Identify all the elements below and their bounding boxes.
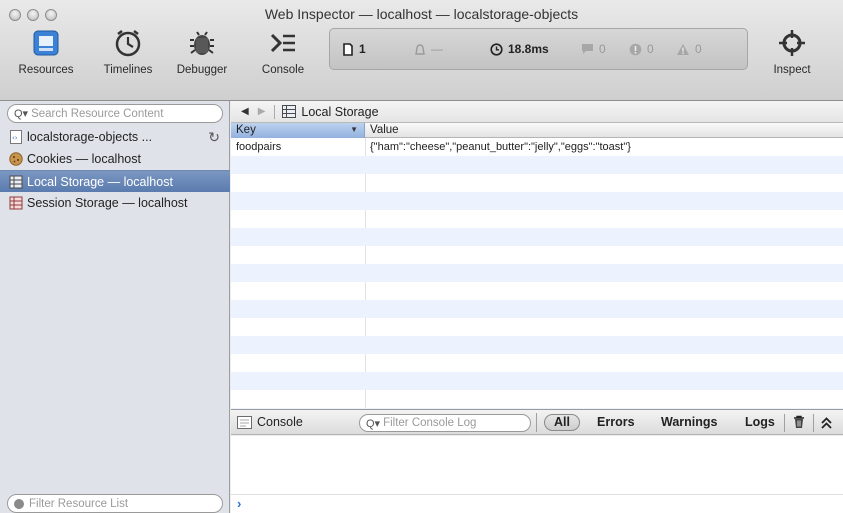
- speech-bubble-icon: [582, 44, 593, 54]
- empty-row: [231, 210, 843, 228]
- empty-row: [231, 228, 843, 246]
- empty-row: [231, 192, 843, 210]
- empty-row: [231, 300, 843, 318]
- divider: [813, 414, 814, 432]
- table-row[interactable]: foodpairs {"ham":"cheese","peanut_butter…: [231, 138, 843, 156]
- inspect-label: Inspect: [773, 64, 811, 76]
- warning-icon: [677, 43, 689, 55]
- search-icon: Q▾: [366, 417, 381, 430]
- reload-icon[interactable]: ↻: [208, 129, 220, 146]
- warning-count: 0: [676, 42, 702, 56]
- cookie-icon: [9, 152, 23, 166]
- activity-dashboard[interactable]: 1 — 18.8ms 0 0 0: [329, 28, 748, 70]
- svg-text:‹›: ‹›: [12, 134, 18, 142]
- filter-resource-list-field[interactable]: Filter Resource List: [7, 494, 223, 513]
- empty-row: [231, 354, 843, 372]
- console-prompt[interactable]: ›: [231, 494, 843, 513]
- grid-header: Key ▼ Value: [231, 123, 843, 138]
- table-icon: [9, 175, 23, 189]
- filter-logs-button[interactable]: Logs: [745, 415, 775, 429]
- html-document-icon: ‹›: [10, 130, 22, 144]
- error-count: 0: [629, 42, 654, 56]
- local-storage-grid: Key ▼ Value foodpairs {"ham":"cheese","p…: [231, 123, 843, 409]
- sidebar-item-local-storage[interactable]: Local Storage — localhost: [0, 170, 230, 192]
- table-icon: [282, 105, 297, 118]
- empty-row: [231, 390, 843, 408]
- window-toolbar: Web Inspector — localhost — localstorage…: [0, 0, 843, 101]
- log-count: 0: [581, 42, 606, 56]
- divider: [274, 104, 276, 119]
- value-column-header[interactable]: Value: [370, 123, 399, 137]
- empty-row: [231, 282, 843, 300]
- document-icon: [343, 42, 353, 56]
- timelines-tab-button[interactable]: Timelines: [96, 28, 160, 98]
- sidebar-item-label: localstorage-objects ...: [27, 130, 153, 144]
- resources-tab-button[interactable]: Resources: [18, 28, 74, 98]
- console-icon: [270, 33, 295, 53]
- table-icon: [9, 196, 23, 210]
- clock-icon: [490, 42, 503, 56]
- empty-row: [231, 318, 843, 336]
- filter-console-log-field[interactable]: Q▾ Filter Console Log: [359, 414, 531, 432]
- row-value: {"ham":"cheese","peanut_butter":"jelly",…: [370, 141, 631, 153]
- divider: [536, 413, 537, 432]
- empty-row: [231, 264, 843, 282]
- crosshair-icon: [779, 30, 805, 56]
- resource-size: —: [414, 42, 443, 56]
- trash-icon[interactable]: [793, 415, 805, 429]
- sidebar-item-session-storage[interactable]: Session Storage — localhost: [0, 192, 230, 214]
- sidebar-item-page[interactable]: ‹› localstorage-objects ... ↻: [0, 126, 230, 148]
- bug-icon: [190, 31, 214, 55]
- breadcrumb-title[interactable]: Local Storage: [301, 105, 378, 119]
- back-arrow-icon[interactable]: ◀: [241, 106, 249, 117]
- timelines-label: Timelines: [103, 64, 153, 76]
- sidebar-item-label: Session Storage — localhost: [27, 196, 188, 210]
- console-icon: [237, 416, 252, 429]
- empty-row: [231, 246, 843, 264]
- resource-count: 1: [342, 42, 366, 56]
- key-column-header[interactable]: Key ▼: [231, 123, 365, 138]
- search-icon: Q▾: [14, 108, 29, 120]
- empty-row: [231, 156, 843, 174]
- console-tab-button[interactable]: Console: [255, 28, 311, 98]
- empty-row: [231, 174, 843, 192]
- content-navigation-bar: ◀ ▶ Local Storage: [231, 101, 843, 123]
- resources-sidebar: Q▾ Search Resource Content ‹› localstora…: [0, 101, 230, 513]
- console-filter-placeholder: Filter Console Log: [383, 417, 477, 429]
- window-title: Web Inspector — localhost — localstorage…: [264, 6, 579, 22]
- forward-arrow-icon[interactable]: ▶: [258, 106, 266, 117]
- collapse-up-icon[interactable]: [821, 417, 832, 429]
- sort-descending-icon: ▼: [350, 125, 358, 134]
- console-toolbar: Console Q▾ Filter Console Log All Errors…: [231, 409, 843, 435]
- sidebar-item-label: Local Storage — localhost: [27, 174, 173, 189]
- debugger-label: Debugger: [176, 64, 228, 76]
- filter-errors-button[interactable]: Errors: [597, 415, 635, 429]
- resources-icon: [33, 30, 59, 56]
- console-output: [231, 436, 843, 494]
- load-time: 18.8ms: [490, 42, 549, 56]
- filter-icon: [14, 498, 24, 509]
- console-title: Console: [257, 415, 303, 429]
- debugger-tab-button[interactable]: Debugger: [171, 28, 233, 98]
- filter-all-button[interactable]: All: [544, 414, 580, 431]
- filter-placeholder: Filter Resource List: [29, 497, 129, 510]
- divider: [784, 414, 785, 432]
- row-key: foodpairs: [236, 141, 282, 153]
- search-resource-content-field[interactable]: Q▾ Search Resource Content: [7, 104, 223, 123]
- prompt-chevron-icon: ›: [237, 496, 242, 511]
- weight-icon: [415, 44, 425, 55]
- empty-row: [231, 372, 843, 390]
- inspect-button[interactable]: Inspect: [764, 28, 820, 98]
- search-placeholder: Search Resource Content: [31, 107, 164, 120]
- sidebar-item-cookies[interactable]: Cookies — localhost: [0, 148, 230, 170]
- empty-row: [231, 336, 843, 354]
- console-label: Console: [261, 64, 305, 76]
- sidebar-item-label: Cookies — localhost: [27, 152, 141, 166]
- grid-rows: foodpairs {"ham":"cheese","peanut_butter…: [231, 138, 843, 409]
- stopwatch-icon: [115, 30, 141, 57]
- resources-label: Resources: [18, 64, 74, 76]
- filter-warnings-button[interactable]: Warnings: [661, 415, 717, 429]
- error-icon: [629, 43, 642, 55]
